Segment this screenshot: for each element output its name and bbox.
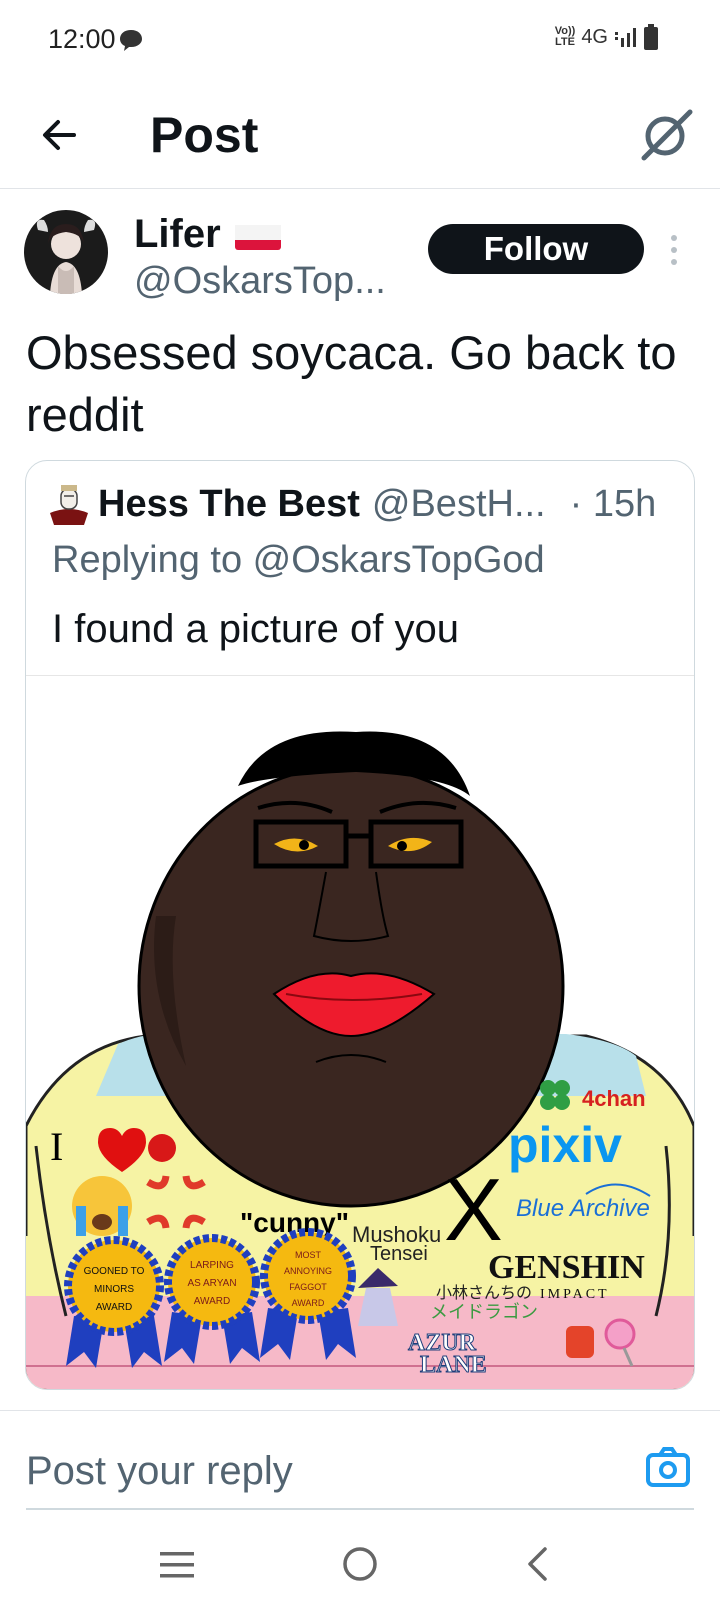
page-title: Post — [150, 107, 259, 163]
quoted-author-handle[interactable]: @BestH... — [372, 483, 546, 526]
signal-icon — [615, 28, 636, 47]
reply-underline — [26, 1508, 694, 1510]
kobayashi-label-2: メイドラゴン — [430, 1302, 538, 1322]
award3-line4: AWARD — [292, 1298, 325, 1308]
author-name-row[interactable]: Lifer — [134, 212, 281, 257]
chat-bubble-icon — [120, 30, 142, 51]
genshin-impact-label: IMPACT — [540, 1287, 610, 1302]
poland-flag-icon — [234, 220, 281, 250]
i-love-text: I — [50, 1124, 63, 1169]
quoted-post-header: Hess The Best @BestH... · 15h — [48, 481, 688, 527]
post-text: Obsessed soycaca. Go back to reddit — [26, 326, 677, 441]
status-bar: 12:00 Vo)) LTE 4G — [0, 0, 720, 84]
top-app-bar: Post — [0, 84, 720, 189]
avatar-image — [24, 210, 108, 294]
fourchan-label: 4chan — [582, 1086, 646, 1111]
award3-line3: FAGGOT — [289, 1282, 327, 1292]
quoted-author-avatar[interactable] — [48, 483, 90, 525]
menu-icon[interactable] — [160, 1550, 194, 1580]
status-time: 12:00 — [48, 24, 116, 54]
award2-line2: AS ARYAN — [187, 1278, 236, 1289]
follow-button[interactable]: Follow — [428, 224, 644, 274]
status-icons: Vo)) LTE 4G — [555, 24, 658, 50]
award1-line1: GOONED TO — [84, 1266, 145, 1277]
quoted-post[interactable]: Hess The Best @BestH... · 15h Replying t… — [25, 460, 695, 1390]
award1-line2: MINORS — [94, 1284, 134, 1295]
quoted-post-text: I found a picture of you — [52, 607, 459, 651]
blue-archive-label: Blue Archive — [516, 1195, 650, 1222]
author-handle[interactable]: @OskarsTop... — [134, 260, 386, 303]
camera-icon[interactable] — [646, 1447, 690, 1487]
award3-line1: MOST — [295, 1250, 322, 1260]
meme-illustration: I 4chan pixiv Blue Archive X "cunny" Mus… — [26, 731, 694, 1389]
more-vertical-icon[interactable] — [670, 234, 678, 266]
lollipop-icon — [604, 1318, 636, 1350]
back-chevron-icon[interactable] — [525, 1546, 549, 1582]
reply-input[interactable]: Post your reply — [26, 1449, 293, 1494]
author-name[interactable]: Lifer — [134, 212, 221, 257]
system-nav-bar — [0, 1520, 720, 1608]
genshin-label: GENSHIN — [488, 1249, 645, 1286]
pixiv-label: pixiv — [508, 1117, 622, 1173]
award3-line2: ANNOYING — [284, 1266, 332, 1276]
volte-indicator: Vo)) LTE — [555, 26, 576, 48]
award1-line3: AWARD — [96, 1302, 132, 1313]
home-circle-icon[interactable] — [342, 1546, 378, 1582]
mushoku-label-2: Tensei — [370, 1243, 428, 1265]
quoted-post-image[interactable]: I 4chan pixiv Blue Archive X "cunny" Mus… — [26, 675, 694, 1389]
battery-icon — [644, 24, 658, 50]
grok-icon[interactable] — [636, 104, 696, 164]
network-type: 4G — [581, 25, 608, 48]
reply-bar: Post your reply — [0, 1410, 720, 1511]
replying-to: Replying to @OskarsTopGod — [52, 539, 545, 581]
author-avatar[interactable] — [24, 210, 108, 294]
arrow-left-icon[interactable] — [36, 110, 86, 160]
post-author: Lifer @OskarsTop... Follow — [0, 210, 720, 303]
azur-label-2: LANE — [420, 1352, 487, 1378]
kobayashi-label-1: 小林さんちの — [436, 1284, 532, 1302]
award2-line3: AWARD — [194, 1296, 230, 1307]
award2-line1: LARPING — [190, 1260, 234, 1271]
backpack-icon — [566, 1326, 594, 1358]
x-logo: X — [444, 1160, 503, 1259]
quoted-post-time: · 15h — [569, 482, 657, 525]
quoted-author-name[interactable]: Hess The Best — [98, 483, 360, 526]
volte-bottom: LTE — [555, 36, 575, 48]
